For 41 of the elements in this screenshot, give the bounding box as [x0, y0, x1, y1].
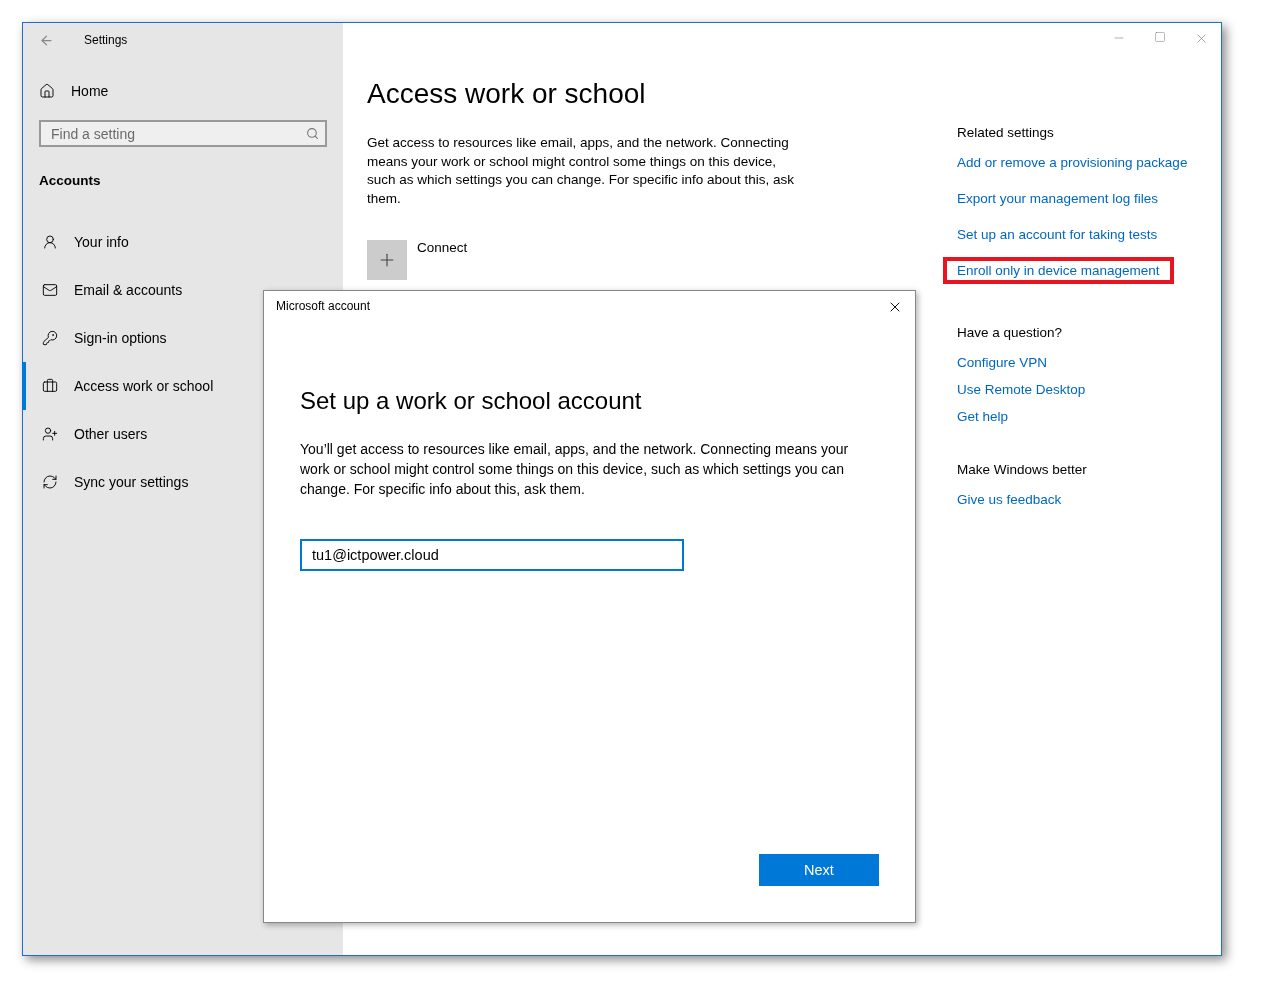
section-heading: Accounts	[38, 172, 102, 188]
link[interactable]: Set up an account for taking tests	[943, 221, 1172, 248]
key-icon	[42, 330, 58, 346]
link[interactable]: Export your management log files	[943, 185, 1173, 212]
sidebar-item[interactable]: Access work or school	[22, 362, 226, 410]
person-icon	[42, 234, 58, 250]
sidebar-item[interactable]: Your info	[22, 218, 141, 266]
back-icon[interactable]	[39, 32, 54, 48]
briefcase-icon	[42, 378, 58, 394]
sidebar-item[interactable]: Sync your settings	[22, 458, 201, 506]
link[interactable]: Configure VPN	[943, 349, 1062, 376]
envelope-icon	[42, 282, 58, 298]
link[interactable]: Add or remove a provisioning package	[943, 149, 1202, 176]
search-field[interactable]: Find a setting	[39, 120, 327, 147]
dialog-heading: Set up a work or school account	[300, 387, 643, 415]
email-field[interactable]: tu1@ictpower.cloud	[300, 539, 684, 571]
sidebar-item[interactable]: Email & accounts	[22, 266, 195, 314]
dialog-title: Microsoft account	[276, 299, 371, 315]
next-button[interactable]: Next	[759, 854, 879, 886]
connect-button[interactable]	[367, 240, 407, 280]
sync-icon	[42, 474, 58, 490]
link[interactable]: Get help	[943, 403, 1023, 430]
dialog-text: You’ll get access to resources like email, apps, and the network. Connecting means your work or school might control some things on this device, such as which settings you can change. For specific info about this, ask them.	[300, 440, 850, 499]
group-heading: Have a question?	[957, 325, 1064, 340]
connect-label[interactable]: Connect	[417, 240, 468, 255]
group-heading: Related settings	[957, 125, 1055, 140]
page-description: Get access to resources like email, apps, and the network. Connecting means your work or school might control some things on this device, such as which settings you can change. For specific info about this, ask them.	[367, 134, 795, 208]
search-field[interactable]: Find a setting	[51, 125, 306, 142]
person-plus-icon	[42, 426, 58, 442]
sidebar-item[interactable]: Other users	[22, 410, 160, 458]
window-title: Settings	[84, 33, 128, 47]
link[interactable]: Enroll only in device management	[943, 257, 1174, 284]
link[interactable]: Use Remote Desktop	[943, 376, 1100, 403]
sidebar-item[interactable]: Sign-in options	[22, 314, 179, 362]
link[interactable]: Give us feedback	[943, 486, 1076, 513]
search-icon[interactable]	[306, 127, 319, 140]
page-title: Access work or school	[367, 78, 647, 110]
home-link[interactable]: Home	[71, 83, 109, 99]
home-icon[interactable]	[39, 83, 55, 99]
group-heading: Make Windows better	[957, 462, 1088, 477]
maximize-icon[interactable]	[1154, 31, 1166, 43]
